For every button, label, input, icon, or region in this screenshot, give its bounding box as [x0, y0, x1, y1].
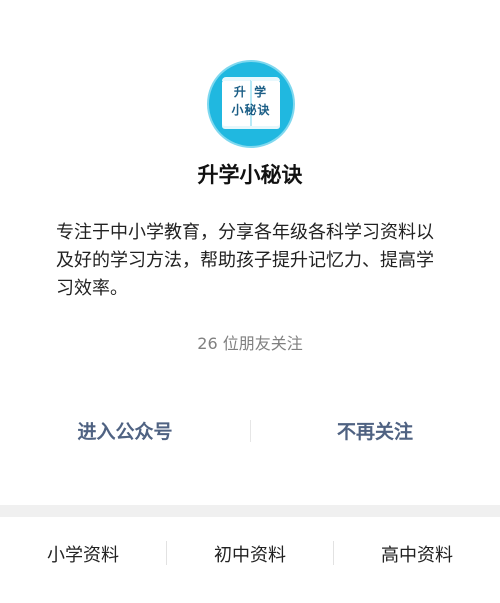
account-description: 专注于中小学教育，分享各年级各科学习资料以及好的学习方法，帮助孩子提升记忆力、提… [56, 222, 434, 299]
logo-text-line2: 小秘诀 [231, 103, 271, 117]
account-name: 升学小秘诀 [197, 163, 303, 187]
bottom-menu: 小学资料 初中资料 高中资料 [0, 517, 500, 603]
enter-account-button[interactable]: 进入公众号 [0, 417, 250, 444]
followers-count[interactable]: 26 位朋友关注 [0, 330, 500, 354]
unfollow-button[interactable]: 不再关注 [250, 417, 500, 444]
menu-item-senior[interactable]: 高中资料 [334, 541, 500, 567]
menu-item-primary[interactable]: 小学资料 [0, 541, 166, 567]
section-separator [0, 505, 500, 517]
menu-item-junior[interactable]: 初中资料 [167, 541, 333, 567]
logo-text-line1: 升 学 [233, 85, 269, 99]
account-logo[interactable]: 升 学 小秘诀 [209, 62, 293, 146]
account-profile: 升 学 小秘诀 升学小秘诀 专注于中小学教育，分享各年级各科学习资料以及好的学习… [0, 0, 500, 505]
book-icon: 升 学 小秘诀 [222, 77, 280, 126]
